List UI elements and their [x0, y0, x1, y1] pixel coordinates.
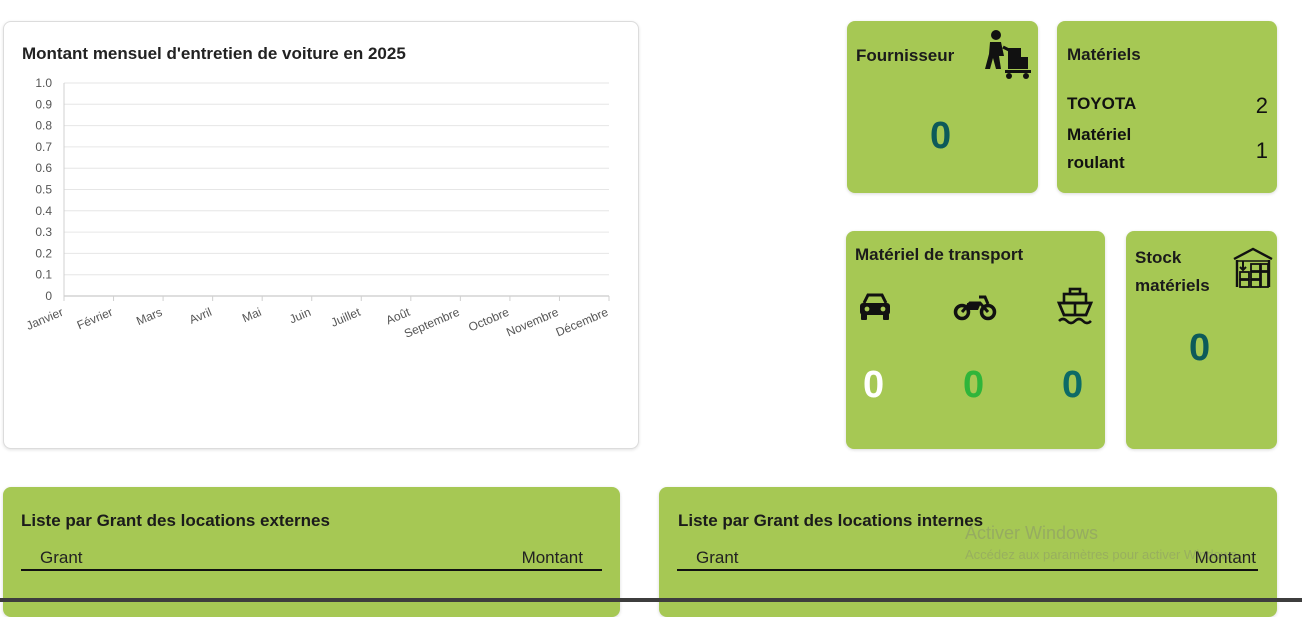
windows-activation-title: Activer Windows — [965, 523, 1099, 543]
chart-x-tick-label: Janvier — [24, 305, 65, 333]
chart-y-tick-label: 0.7 — [35, 140, 52, 154]
stock-card[interactable]: Stock matériels 0 — [1126, 231, 1277, 449]
fournisseur-card[interactable]: Fournisseur 0 — [847, 21, 1038, 193]
stock-title-line1: Stock — [1135, 248, 1182, 267]
locations-externes-header-rule — [21, 569, 602, 571]
chart-y-tick-label: 0 — [45, 289, 52, 303]
chart-y-tick-label: 0.3 — [35, 225, 52, 239]
warehouse-icon — [1233, 247, 1273, 288]
materiels-row-name-toyota: TOYOTA — [1067, 94, 1137, 113]
materiels-row-value-toyota: 2 — [1255, 93, 1268, 118]
chart-y-tick-label: 0.1 — [35, 268, 52, 282]
materiels-row-name-materiel-roulant: Matériel roulant — [1067, 121, 1131, 177]
transport-motorcycle-value: 0 — [963, 364, 985, 406]
chart-x-tick-label: Juillet — [329, 305, 363, 330]
transport-card[interactable]: Matériel de transport 0 0 0 — [846, 231, 1105, 449]
chart-y-tick-label: 0.9 — [35, 97, 52, 111]
locations-internes-header-rule — [677, 569, 1258, 571]
chart-y-tick-label: 0.8 — [35, 119, 52, 133]
windows-activation-subtitle: Accédez aux paramètres pour activer Wind… — [965, 547, 1241, 562]
stock-title-line2: matériels — [1135, 276, 1210, 295]
car-icon — [860, 293, 890, 320]
chart-y-tick-label: 0.6 — [35, 161, 52, 175]
transport-car-value: 0 — [863, 364, 885, 406]
materiels-row-name-line2: roulant — [1067, 153, 1125, 172]
materiels-card[interactable]: Matériels TOYOTA 2 Matériel roulant 1 — [1057, 21, 1277, 193]
ship-icon — [1056, 287, 1094, 325]
chart-y-tick-label: 0.2 — [35, 246, 52, 260]
stock-title: Stock matériels — [1135, 244, 1210, 300]
motorcycle-icon — [953, 295, 997, 321]
chart-x-tick-label: Septembre — [402, 305, 462, 341]
chart-card: Montant mensuel d'entretien de voiture e… — [3, 21, 639, 449]
chart-x-tick-label: Mai — [240, 305, 263, 325]
chart-x-tick-label: Août — [384, 305, 413, 328]
chart-y-tick-label: 0.5 — [35, 183, 52, 197]
chart-x-tick-label: Avril — [187, 305, 214, 327]
supplier-cart-icon — [985, 30, 1031, 79]
chart-y-tick-label: 1.0 — [35, 76, 52, 90]
locations-externes-col-montant: Montant — [521, 548, 583, 567]
locations-internes-title: Liste par Grant des locations internes — [678, 511, 984, 530]
stock-value: 0 — [1189, 327, 1211, 369]
fournisseur-value: 0 — [930, 115, 952, 157]
locations-externes-title: Liste par Grant des locations externes — [21, 511, 330, 530]
materiels-row-value-materiel-roulant: 1 — [1255, 138, 1268, 163]
chart-x-tick-label: Mars — [134, 305, 164, 328]
locations-internes-col-grant: Grant — [696, 548, 739, 567]
chart-x-tick-label: Novembre — [504, 305, 561, 340]
locations-externes-col-grant: Grant — [40, 548, 83, 567]
chart-title: Montant mensuel d'entretien de voiture e… — [22, 44, 406, 63]
materiels-title: Matériels — [1067, 45, 1141, 64]
chart-x-tick-label: Février — [75, 305, 115, 332]
chart-x-tick-label: Juin — [287, 305, 313, 326]
transport-title: Matériel de transport — [855, 245, 1024, 264]
chart-y-tick-label: 0.4 — [35, 204, 52, 218]
chart-x-tick-label: Décembre — [554, 305, 611, 340]
materiels-row-name-line1: Matériel — [1067, 125, 1132, 144]
chart-plot: 0 0.1 0.2 0.3 0.4 0.5 0.6 0.7 0.8 0.9 1.0 Janvier Fé… — [24, 76, 611, 341]
fournisseur-title: Fournisseur — [856, 46, 955, 65]
taskbar-edge — [0, 598, 1302, 602]
transport-ship-value: 0 — [1062, 364, 1084, 406]
